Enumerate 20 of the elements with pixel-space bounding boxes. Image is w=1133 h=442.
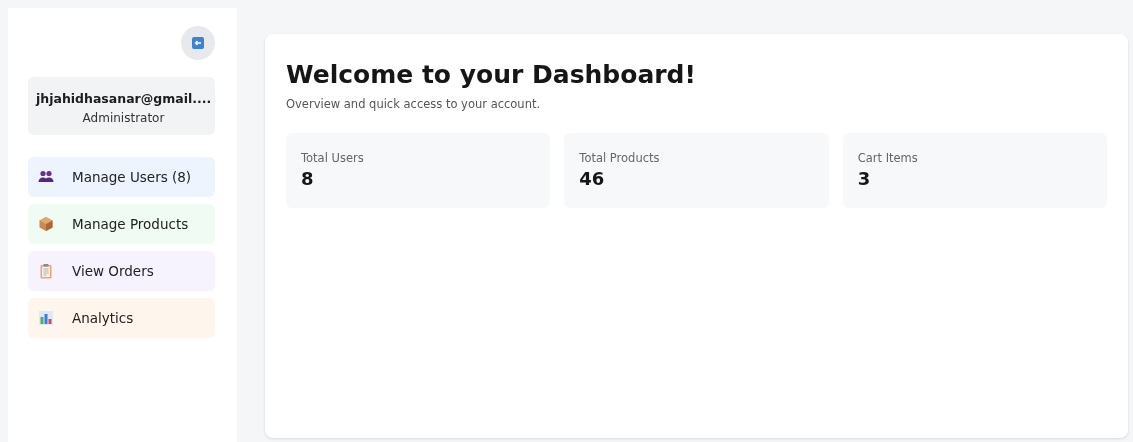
user-role: Administrator [81,111,166,125]
nav-item[interactable]: View Orders [28,251,215,291]
stat-label: Total Products [579,151,661,165]
collapse-button[interactable] [181,26,215,60]
user-email: jhjahidhasanar@gmail.... [36,91,211,106]
clipboard-icon [38,263,54,279]
nav-item[interactable]: Manage Users (8) [28,157,215,197]
bar-chart-icon [38,310,54,326]
people-icon [38,169,54,185]
package-icon [38,216,54,232]
stat-value: 3 [857,168,872,189]
nav-item[interactable]: Manage Products [28,204,215,244]
stat-value: 8 [301,168,315,189]
stat-value: 46 [579,168,606,189]
stat-label: Cart Items [857,151,919,165]
page-subtitle: Overview and quick access to your account. [286,97,542,111]
arrow-left-icon [192,37,204,49]
nav-item[interactable]: Analytics [28,298,215,338]
page-title: Welcome to your Dashboard! [286,60,697,89]
stat-label: Total Users [301,151,365,165]
